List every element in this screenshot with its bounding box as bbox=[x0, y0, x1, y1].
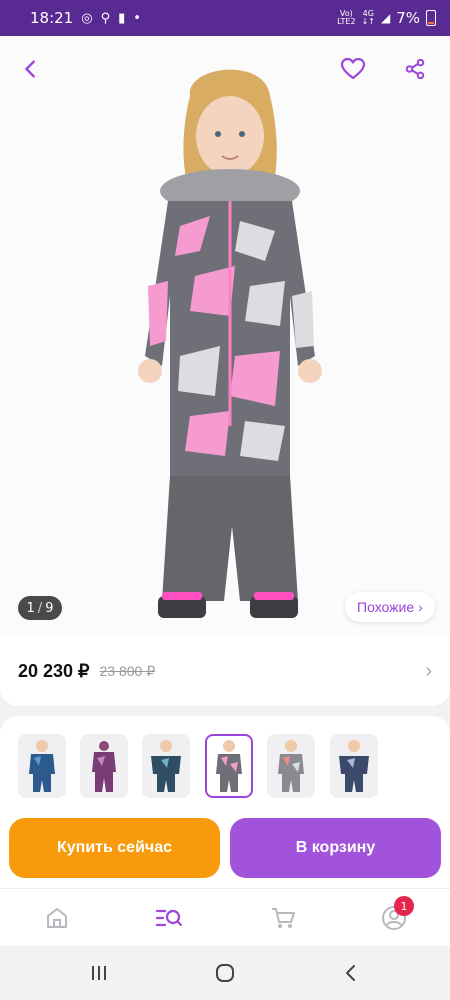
share-icon bbox=[405, 58, 425, 80]
status-time: 18:21 bbox=[30, 9, 74, 27]
suit-thumbnail-image bbox=[92, 741, 116, 792]
cart-icon bbox=[272, 908, 295, 928]
battery-percent: 7% bbox=[396, 9, 420, 27]
suit-thumbnail-image bbox=[339, 740, 369, 792]
status-bar: 18:21 ◎ ⚲ ▮ • Vo) LTE2 4G ↓↑ ◢ 7% bbox=[0, 0, 450, 36]
volte-indicator: Vo) LTE2 bbox=[337, 9, 356, 26]
profile-notification-badge: 1 bbox=[394, 896, 414, 916]
suit-thumbnail-image bbox=[216, 740, 242, 792]
back-button[interactable] bbox=[16, 54, 46, 84]
nav-catalog[interactable] bbox=[154, 903, 184, 933]
recent-apps-icon bbox=[92, 966, 106, 980]
variant-thumbnail-navy[interactable] bbox=[330, 734, 378, 798]
chevron-left-icon bbox=[25, 60, 35, 78]
home-icon bbox=[47, 908, 67, 928]
buy-now-button[interactable]: Купить сейчас bbox=[9, 818, 220, 878]
recent-apps-button[interactable] bbox=[86, 960, 112, 986]
nav-cart[interactable] bbox=[268, 903, 298, 933]
bottom-navigation: 1 bbox=[0, 888, 450, 946]
back-nav-button[interactable] bbox=[338, 960, 364, 986]
old-price: 23 800 ₽ bbox=[99, 662, 156, 679]
data-indicator: 4G ↓↑ bbox=[361, 9, 375, 26]
purchase-actions: Купить сейчас В корзину bbox=[0, 808, 450, 888]
sync-icon: ◎ bbox=[81, 10, 93, 26]
similar-products-button[interactable]: Похожие › bbox=[345, 592, 435, 622]
variant-thumbnail-grey-pink[interactable] bbox=[267, 734, 315, 798]
variant-thumbnail-pink-grey[interactable] bbox=[205, 734, 253, 798]
similar-label: Похожие bbox=[357, 599, 415, 615]
variant-thumbnail-blue[interactable] bbox=[18, 734, 66, 798]
image-counter: 1 / 9 bbox=[18, 596, 62, 620]
suit-thumbnail-image bbox=[278, 740, 304, 792]
back-icon bbox=[346, 965, 355, 981]
system-navigation-bar bbox=[0, 946, 450, 1000]
suit-thumbnail-image bbox=[151, 740, 181, 792]
dot-icon: • bbox=[133, 10, 141, 26]
search-notification-icon: ⚲ bbox=[100, 10, 111, 26]
alert-icon: ▮ bbox=[118, 10, 126, 26]
signal-icon: ◢ bbox=[380, 11, 391, 25]
color-variants bbox=[0, 716, 450, 808]
current-price: 20 230 ₽ bbox=[18, 660, 90, 681]
product-photo bbox=[138, 69, 322, 618]
suit-thumbnail-image bbox=[29, 740, 55, 792]
catalog-search-icon bbox=[155, 909, 183, 927]
home-button[interactable] bbox=[212, 960, 238, 986]
chevron-right-icon: › bbox=[418, 599, 423, 615]
add-to-cart-button[interactable]: В корзину bbox=[230, 818, 441, 878]
variant-thumbnail-purple[interactable] bbox=[80, 734, 128, 798]
home-circle-icon bbox=[216, 964, 234, 982]
battery-icon bbox=[426, 10, 436, 26]
nav-home[interactable] bbox=[42, 903, 72, 933]
variant-thumbnail-teal[interactable] bbox=[142, 734, 190, 798]
share-button[interactable] bbox=[400, 54, 430, 84]
chevron-right-icon: › bbox=[425, 659, 432, 682]
product-gallery[interactable]: 1 / 9 Похожие › bbox=[0, 36, 450, 636]
price-row[interactable]: 20 230 ₽ 23 800 ₽ › bbox=[0, 636, 450, 706]
